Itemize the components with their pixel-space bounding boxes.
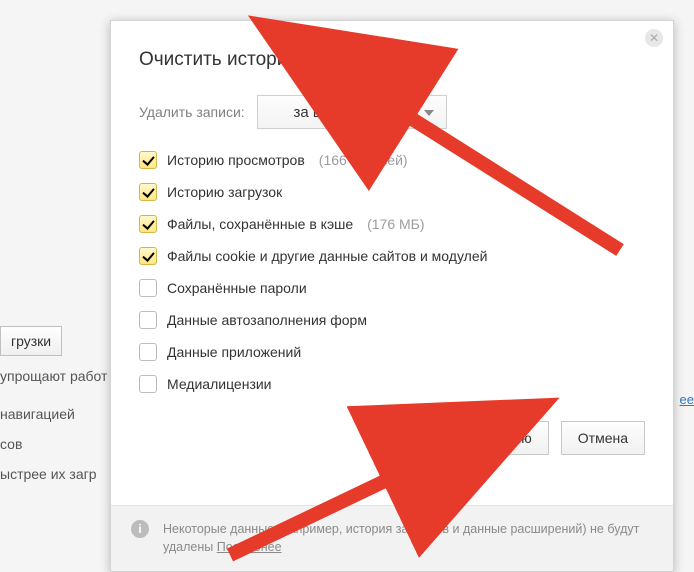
checkbox-row[interactable]: Сохранённые пароли [139, 279, 645, 297]
checkbox-label: Сохранённые пароли [167, 280, 307, 296]
checkbox-row[interactable]: Данные приложений [139, 343, 645, 361]
background-button[interactable]: грузки [0, 326, 62, 356]
checkbox-sublabel: (176 МБ) [367, 216, 424, 232]
checkbox-row[interactable]: Медиалицензии [139, 375, 645, 393]
checkbox-label: Данные приложений [167, 344, 301, 360]
checkbox-label: Историю загрузок [167, 184, 282, 200]
checkbox-label: Историю просмотров [167, 152, 305, 168]
close-icon[interactable]: ✕ [645, 29, 663, 47]
clear-history-button[interactable]: Очистить историю [395, 421, 549, 455]
bg-text: сов [0, 436, 22, 452]
range-label: Удалить записи: [139, 104, 245, 120]
checkbox-label: Файлы, сохранённые в кэше [167, 216, 353, 232]
checkbox[interactable] [139, 375, 157, 393]
checkbox-label: Медиалицензии [167, 376, 272, 392]
checkbox-row[interactable]: Файлы cookie и другие данные сайтов и мо… [139, 247, 645, 265]
bg-link[interactable]: ее [680, 392, 694, 407]
checkbox[interactable] [139, 183, 157, 201]
time-range-value: за всё время [294, 104, 384, 121]
cancel-button[interactable]: Отмена [561, 421, 645, 455]
more-link[interactable]: Подробнее [217, 540, 282, 554]
bg-text: упрощают работ [0, 368, 107, 384]
checkbox[interactable] [139, 311, 157, 329]
checkbox-sublabel: (166 записей) [319, 152, 408, 168]
checkbox[interactable] [139, 215, 157, 233]
checkbox[interactable] [139, 247, 157, 265]
info-icon: i [131, 520, 149, 538]
checkbox-row[interactable]: Файлы, сохранённые в кэше (176 МБ) [139, 215, 645, 233]
checkbox-row[interactable]: Историю загрузок [139, 183, 645, 201]
checkbox[interactable] [139, 279, 157, 297]
time-range-select[interactable]: за всё время [257, 95, 447, 129]
checkbox[interactable] [139, 343, 157, 361]
bg-text: ыстрее их загр [0, 466, 97, 482]
checkbox-label: Файлы cookie и другие данные сайтов и мо… [167, 248, 487, 264]
clear-history-dialog: ✕ Очистить историю Удалить записи: за вс… [110, 20, 674, 572]
checkbox-label: Данные автозаполнения форм [167, 312, 367, 328]
bg-text: навигацией [0, 406, 75, 422]
dialog-title: Очистить историю [139, 49, 645, 71]
checkbox-row[interactable]: Историю просмотров (166 записей) [139, 151, 645, 169]
checkbox[interactable] [139, 151, 157, 169]
checkbox-row[interactable]: Данные автозаполнения форм [139, 311, 645, 329]
info-bar: i Некоторые данные (например, история за… [111, 505, 673, 572]
